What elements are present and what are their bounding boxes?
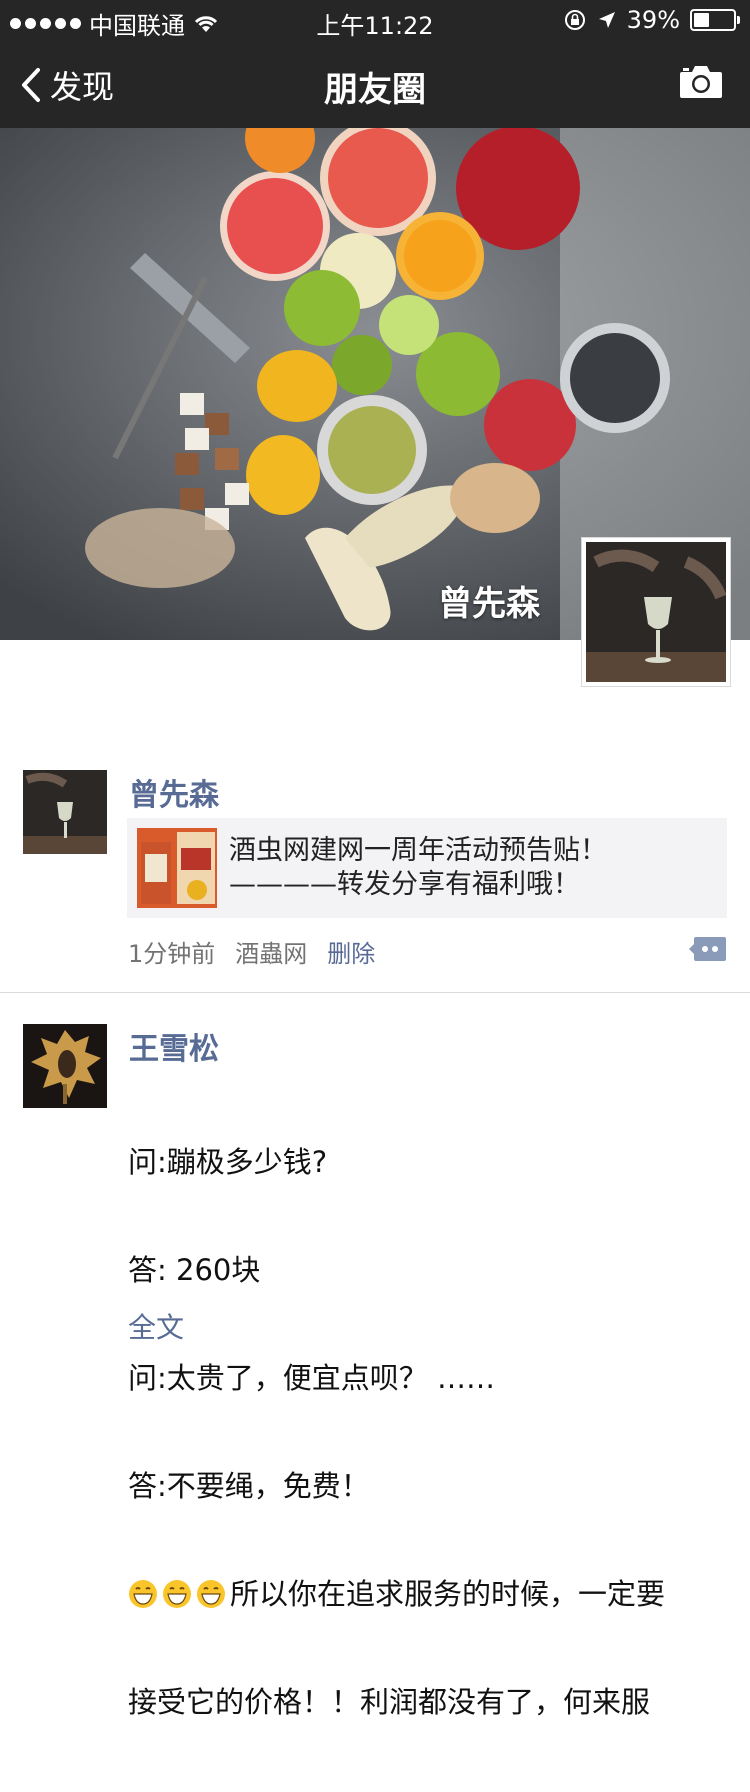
post-text-line: 所以你在追求服务的时候，一定要	[128, 1576, 665, 1612]
share-title: 酒虫网建网一周年活动预告贴！ ————转发分享有福利哦！	[229, 834, 607, 902]
status-right: 39%	[563, 6, 740, 34]
post-text-line: 问:太贵了，便宜点呗？ ……	[128, 1361, 495, 1395]
grin-emoji-icon	[197, 1580, 225, 1608]
nav-bar: 发现 朋友圈	[0, 40, 750, 128]
post-text-line: 接受它的价格！！利润都没有了，何来服	[128, 1685, 651, 1719]
avatar[interactable]	[23, 770, 107, 854]
status-bar: 中国联通 上午11:22 39%	[0, 0, 750, 40]
share-line-1: 酒虫网建网一周年活动预告贴！	[229, 835, 607, 866]
rotation-lock-icon	[564, 10, 585, 30]
delete-button[interactable]: 删除	[327, 934, 375, 969]
post-text-line-5: 所以你在追求服务的时候，一定要	[230, 1577, 666, 1611]
camera-button[interactable]	[678, 64, 724, 104]
post-text-line: 答: 260块	[128, 1253, 261, 1287]
post-divider	[0, 992, 750, 993]
full-text-link[interactable]: 全文	[128, 1306, 184, 1346]
post-username[interactable]: 曾先森	[129, 770, 219, 814]
grin-emoji-icon	[129, 1580, 157, 1608]
avatar[interactable]	[23, 1024, 107, 1108]
shared-link-card[interactable]: 酒虫网建网一周年活动预告贴！ ————转发分享有福利哦！	[127, 818, 727, 918]
cover-owner-name: 曾先森	[438, 584, 540, 624]
share-thumbnail	[137, 828, 217, 908]
profile-avatar[interactable]	[581, 537, 731, 687]
post-text-line: 问:蹦极多少钱?	[128, 1145, 328, 1179]
post-text-line: 答:不要绳，免费！	[128, 1469, 370, 1503]
post-username[interactable]: 王雪松	[129, 1024, 219, 1068]
post-meta: 1分钟前 酒蟲网 删除	[128, 934, 375, 969]
share-line-2: ————转发分享有福利哦！	[229, 869, 580, 900]
location-icon	[598, 12, 615, 28]
post-text: 问:蹦极多少钱? 答: 260块 问:太贵了，便宜点呗？ …… 答:不要绳，免费…	[128, 1072, 665, 1792]
page-title: 朋友圈	[324, 70, 426, 110]
comment-icon[interactable]	[689, 935, 726, 963]
post-source[interactable]: 酒蟲网	[235, 934, 307, 969]
battery-percent: 39%	[626, 6, 680, 34]
camera-icon	[680, 66, 722, 98]
battery-icon	[690, 9, 740, 31]
grin-emoji-icon	[163, 1580, 191, 1608]
post-time: 1分钟前	[128, 940, 216, 968]
